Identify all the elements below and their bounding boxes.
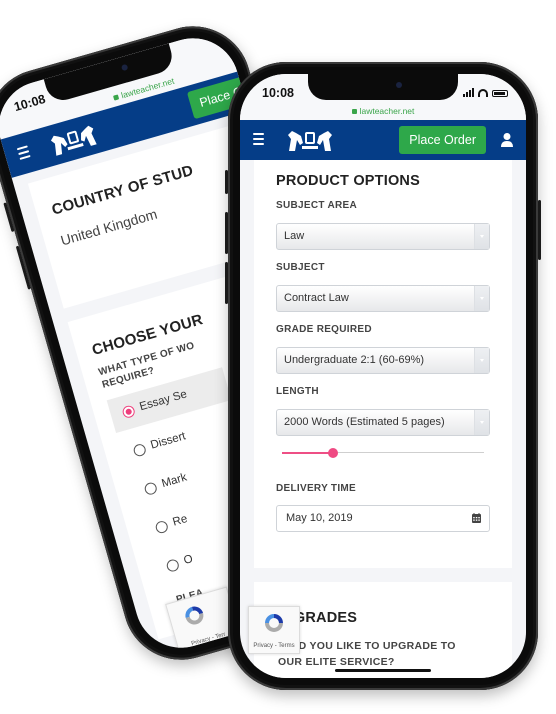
upgrades-question: ULD YOU LIKE TO UPGRADE TO OUR ELITE SER… (278, 640, 456, 668)
front-phone-side-button (225, 212, 228, 254)
subject-value: Contract Law (284, 292, 349, 304)
lock-icon (113, 94, 120, 101)
option-label: Re (171, 512, 189, 529)
logo-icon[interactable] (44, 119, 103, 159)
length-slider[interactable] (282, 448, 484, 458)
chevron-down-icon (474, 348, 489, 373)
product-options-card: PRODUCT OPTIONS SUBJECT AREA Law SUBJECT… (254, 160, 512, 568)
recaptcha-text[interactable]: Privacy - Terms (249, 643, 299, 649)
subject-area-label: SUBJECT AREA (276, 200, 358, 211)
delivery-time-label: DELIVERY TIME (276, 483, 357, 494)
recaptcha-badge[interactable]: Privacy - Terms (248, 606, 300, 654)
upgrades-question-line: ULD YOU LIKE TO UPGRADE TO (284, 640, 456, 652)
delivery-date-input[interactable]: May 10, 2019 (276, 505, 490, 532)
subject-area-value: Law (284, 230, 305, 242)
status-icons (463, 88, 508, 97)
subject-area-select[interactable]: Law (276, 223, 490, 250)
option-label: Dissert (149, 430, 188, 452)
grade-value: Undergraduate 2:1 (60-69%) (284, 354, 425, 366)
upgrades-question-line: OUR ELITE SERVICE? (278, 656, 395, 668)
camera (396, 82, 402, 88)
delivery-date-value: May 10, 2019 (286, 512, 353, 524)
front-phone-screen: 10:08 lawteacher.net Place Order PRODUCT… (240, 74, 526, 678)
place-order-button[interactable]: Place Order (399, 126, 486, 154)
url-bar[interactable]: lawteacher.net (240, 106, 526, 116)
chevron-down-icon (474, 286, 489, 311)
option-label: O (182, 553, 195, 568)
hamburger-icon[interactable] (253, 133, 264, 145)
calendar-icon[interactable] (472, 513, 481, 523)
subject-select[interactable]: Contract Law (276, 285, 490, 312)
slider-fill (282, 452, 333, 454)
recaptcha-icon (185, 606, 204, 625)
url-text: lawteacher.net (359, 106, 415, 116)
recaptcha-icon (265, 614, 283, 632)
lock-icon (351, 109, 357, 115)
back-phone-side-button (15, 245, 32, 290)
subject-label: SUBJECT (276, 262, 325, 273)
user-icon[interactable] (500, 132, 514, 148)
chevron-down-icon (474, 410, 489, 435)
chevron-down-icon (474, 224, 489, 249)
country-title: COUNTRY OF STUD (49, 161, 196, 219)
length-select[interactable]: 2000 Words (Estimated 5 pages) (276, 409, 490, 436)
battery-icon (492, 90, 508, 97)
front-phone: 10:08 lawteacher.net Place Order PRODUCT… (225, 62, 541, 690)
status-time: 10:08 (12, 91, 48, 115)
slider-thumb[interactable] (327, 448, 338, 458)
logo-icon[interactable] (283, 127, 337, 153)
home-indicator[interactable] (335, 669, 431, 672)
status-time: 10:08 (262, 86, 294, 100)
front-phone-side-button (538, 200, 541, 260)
product-options-title: PRODUCT OPTIONS (276, 173, 420, 189)
grade-select[interactable]: Undergraduate 2:1 (60-69%) (276, 347, 490, 374)
radio-unselected[interactable] (143, 481, 159, 497)
navbar: Place Order (240, 120, 526, 160)
hamburger-icon[interactable] (16, 145, 31, 160)
length-value: 2000 Words (Estimated 5 pages) (284, 416, 445, 428)
radio-unselected[interactable] (154, 519, 170, 535)
notch (308, 74, 458, 100)
front-phone-side-button (225, 170, 228, 194)
length-label: LENGTH (276, 386, 319, 397)
radio-unselected[interactable] (132, 442, 148, 458)
grade-label: GRADE REQUIRED (276, 324, 372, 335)
wifi-icon (478, 89, 488, 97)
back-phone-side-button (3, 202, 15, 233)
signal-icon (463, 88, 474, 97)
option-label: Mark (160, 471, 189, 491)
radio-unselected[interactable] (165, 558, 181, 573)
front-phone-side-button (225, 262, 228, 304)
